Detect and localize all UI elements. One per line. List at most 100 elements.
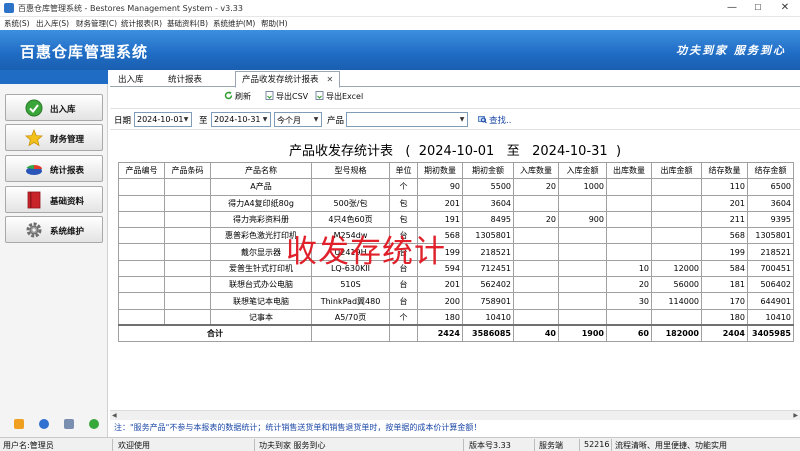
column-header[interactable]: 产品条码 (164, 161, 211, 180)
pie-chart-icon (26, 165, 42, 175)
table-row[interactable]: 戴尔显示器 U2419H 台 199 218521 199 218521 (118, 243, 794, 261)
sidebar-item-label: 基础资料 (50, 197, 85, 207)
app-title: 百惠仓库管理系统 (20, 43, 149, 61)
maximize-button[interactable]: ☐ (744, 0, 772, 17)
tab-stock-io[interactable]: 出入库 (112, 72, 150, 87)
table-cell (118, 276, 165, 294)
table-cell: 218521 (747, 243, 794, 261)
to-label: 至 (199, 116, 208, 126)
date-from-picker[interactable]: 2024-10-01 ▼ (134, 112, 192, 127)
chevron-down-icon: ▼ (183, 116, 189, 123)
sidebar-item-maintenance[interactable]: 系统维护 (5, 216, 103, 243)
banner-slogan: 功夫到家 服务到心 (676, 44, 786, 57)
sidebar-item-finance[interactable]: 财务管理 (5, 124, 103, 151)
close-window-button[interactable]: ✕ (771, 0, 799, 17)
total-cell (389, 324, 418, 343)
chevron-down-icon: ▼ (262, 116, 268, 123)
table-cell (164, 210, 211, 229)
report-note: 注："服务产品"不参与本报表的数据统计；统计销售送货单和销售退货单时，按单据的成… (114, 423, 482, 432)
menu-help[interactable]: 帮助(H) (261, 18, 288, 29)
tab-bar: 出入库 统计报表 产品收发存统计报表 ✕ (110, 70, 800, 88)
table-cell: 181 (701, 276, 748, 294)
total-cell: 3405985 (747, 324, 794, 343)
scroll-left-icon[interactable]: ◀ (112, 412, 117, 419)
table-cell: 180 (701, 308, 748, 326)
column-header[interactable]: 结存数量 (701, 161, 748, 180)
sidebar-item-stock-io[interactable]: 出入库 (5, 94, 103, 121)
column-header[interactable]: 结存金额 (747, 161, 794, 180)
tab-inventory-report[interactable]: 产品收发存统计报表 ✕ (235, 71, 341, 88)
export-csv-icon (265, 91, 274, 100)
minimize-button[interactable]: — (718, 0, 746, 17)
table-cell: 712451 (462, 259, 514, 278)
scroll-right-icon[interactable]: ▶ (793, 412, 798, 419)
menu-maintenance[interactable]: 系统维护(M) (213, 18, 255, 29)
table-cell: 3604 (747, 194, 794, 212)
product-label: 产品 (327, 116, 345, 126)
table-cell: 211 (701, 210, 748, 229)
table-row[interactable]: 惠普彩色激光打印机 M254dw 台 568 1305801 568 1305801 (118, 227, 794, 245)
export-csv-button[interactable]: 导出CSV (265, 91, 308, 102)
table-cell (513, 227, 559, 245)
column-header[interactable]: 出库数量 (606, 161, 652, 180)
status-server-port: 52216 (584, 440, 610, 449)
tab-reports[interactable]: 统计报表 (162, 72, 208, 87)
column-header[interactable]: 期初数量 (417, 161, 463, 180)
menu-bar: 系统(S) 出入库(S) 财务管理(C) 统计报表(R) 基础资料(B) 系统维… (0, 17, 800, 30)
column-header[interactable]: 期初金额 (462, 161, 514, 180)
sidebar-item-basic-data[interactable]: 基础资料 (5, 186, 103, 213)
table-row[interactable]: 爱普生针式打印机 LQ-630KII 台 594 712451 10 12000 584 700… (118, 259, 794, 278)
column-header[interactable]: 单位 (389, 161, 418, 180)
table-cell: 500张/包 (311, 194, 390, 212)
table-cell: 台 (389, 292, 418, 310)
column-header[interactable]: 产品编号 (118, 161, 165, 180)
product-select[interactable]: ▼ (346, 112, 468, 127)
total-cell: 1900 (558, 324, 607, 343)
info-icon[interactable] (39, 419, 49, 429)
sidebar-item-label: 财务管理 (50, 135, 85, 145)
menu-finance[interactable]: 财务管理(C) (76, 18, 117, 29)
sidebar: 出入库 财务管理 统计报表 基础资料 系统维护 (0, 70, 108, 437)
table-cell: 1305801 (462, 227, 514, 245)
column-header[interactable]: 型号规格 (311, 161, 390, 180)
table-row[interactable]: 得力A4复印纸80g 500张/包包 201 3604 201 3604 (118, 194, 794, 212)
column-header[interactable]: 入库金额 (558, 161, 607, 180)
table-row[interactable]: 联想台式办公电脑 510S 台 201 562402 20 56000 181 506402 (118, 276, 794, 294)
note-icon[interactable] (14, 419, 24, 429)
filter-bar: 日期 2024-10-01 ▼ 至 2024-10-31 ▼ 今个月 ▼ 产品 … (110, 108, 800, 130)
print-icon[interactable] (64, 419, 74, 429)
date-label: 日期 (114, 116, 132, 126)
search-button[interactable]: 查找.. (478, 114, 511, 126)
table-cell: 30 (606, 292, 652, 310)
table-cell: 20 (606, 276, 652, 294)
table-row[interactable]: A产品 个 90 5500 20 1000 110 6500 (118, 178, 794, 196)
check-circle-icon (25, 99, 43, 117)
status-version: 版本号3.33 (469, 441, 511, 450)
menu-reports[interactable]: 统计报表(R) (121, 18, 162, 29)
table-cell: 1305801 (747, 227, 794, 245)
refresh-button[interactable]: 刷新 (224, 91, 251, 102)
period-select[interactable]: 今个月 ▼ (274, 112, 322, 127)
menu-system[interactable]: 系统(S) (4, 18, 30, 29)
column-header[interactable]: 入库数量 (513, 161, 559, 180)
tab-close-icon[interactable]: ✕ (327, 75, 334, 84)
table-row[interactable]: 记事本 A5/70页个 180 10410 180 10410 (118, 308, 794, 326)
refresh-icon[interactable] (89, 419, 99, 429)
table-cell (606, 227, 652, 245)
sidebar-item-reports[interactable]: 统计报表 (5, 155, 103, 182)
table-cell (164, 276, 211, 294)
date-to-picker[interactable]: 2024-10-31 ▼ (211, 112, 271, 127)
table-cell (558, 194, 607, 212)
table-row[interactable]: 联想笔记本电脑 ThinkPad翼480 台 200 758901 30 114000 170… (118, 292, 794, 310)
horizontal-scrollbar[interactable]: ◀ ▶ (110, 410, 800, 420)
menu-stock-io[interactable]: 出入库(S) (36, 18, 69, 29)
table-cell (118, 227, 165, 245)
table-cell (118, 178, 165, 196)
table-cell (513, 292, 559, 310)
column-header[interactable]: 出库金额 (651, 161, 702, 180)
table-row[interactable]: 得力亮彩资料册 4只4色60页包 191 8495 20 900 211 9395 (118, 210, 794, 229)
total-cell: 60 (606, 324, 652, 343)
column-header[interactable]: 产品名称 (210, 161, 312, 180)
menu-basic-data[interactable]: 基础资料(B) (167, 18, 208, 29)
export-excel-button[interactable]: 导出Excel (315, 91, 363, 102)
